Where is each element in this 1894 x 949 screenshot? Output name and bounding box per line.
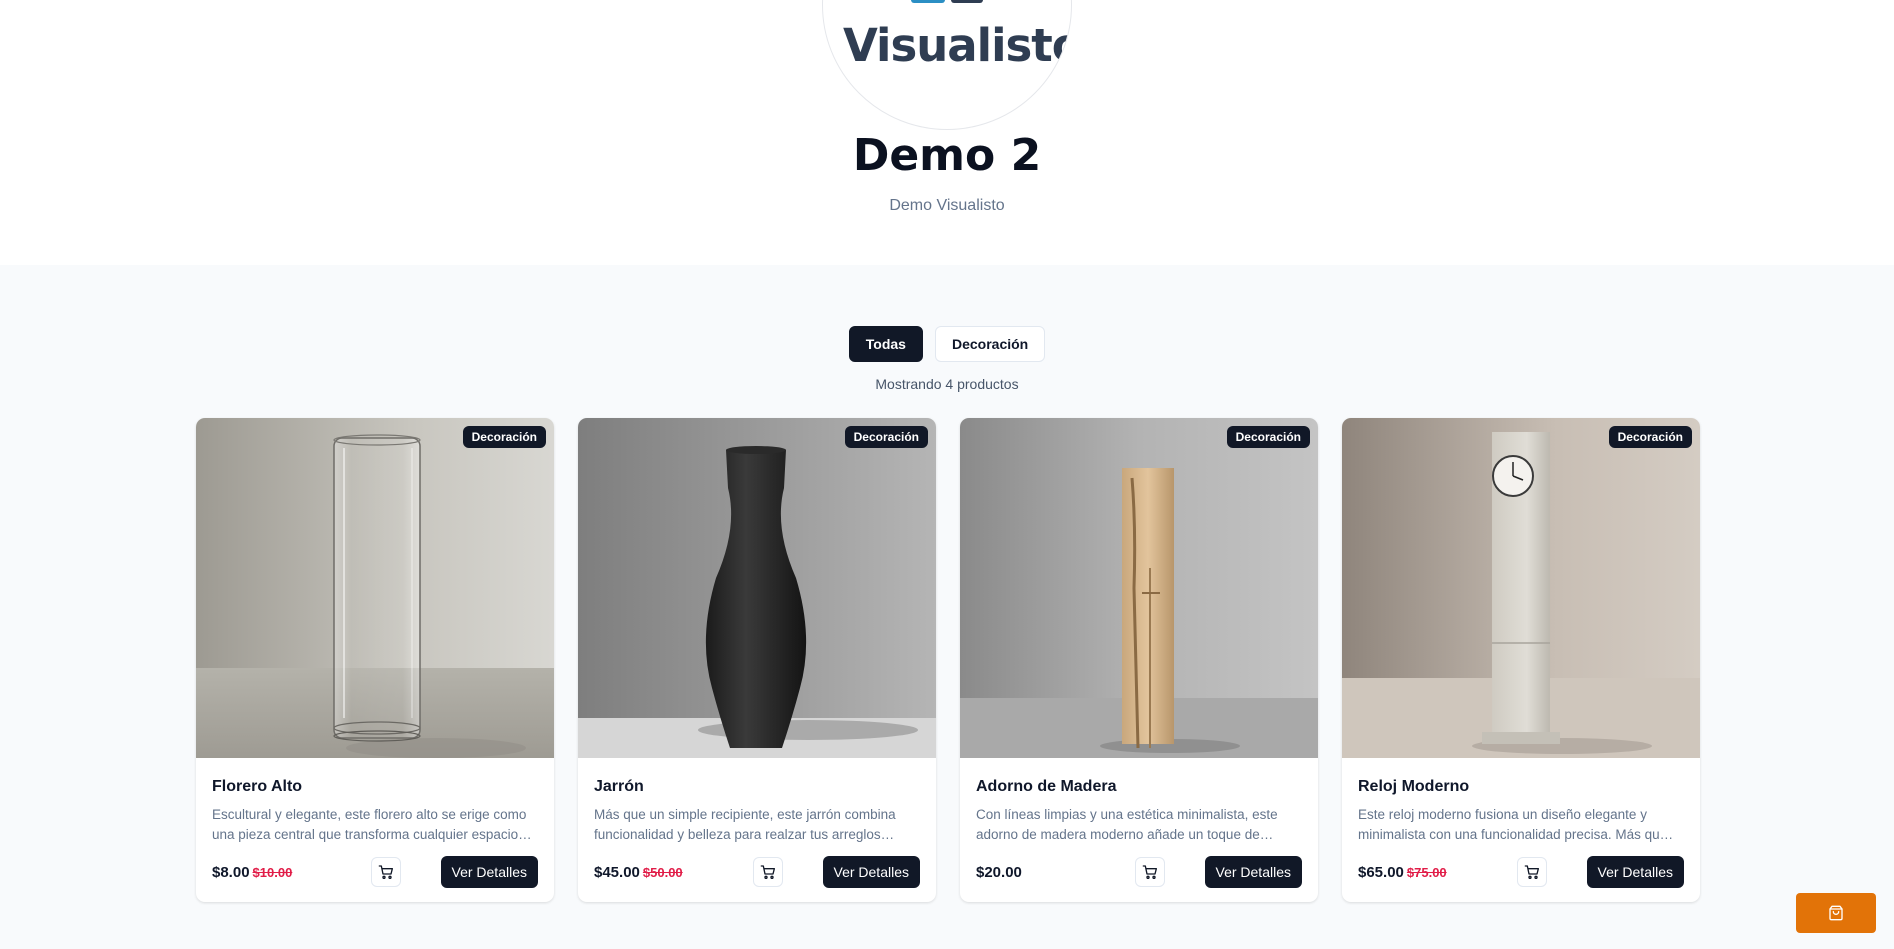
floating-cart-button[interactable] xyxy=(1796,893,1876,933)
logo-text: Visualisto® xyxy=(843,19,1072,72)
product-card[interactable]: Decoración Florero Alto Escultural y ele… xyxy=(196,418,554,902)
product-grid: Decoración Florero Alto Escultural y ele… xyxy=(196,418,1700,902)
cart-icon xyxy=(1524,865,1540,879)
product-title[interactable]: Jarrón xyxy=(594,778,920,798)
old-price: $10.00 xyxy=(252,864,293,880)
product-image-glass-vase[interactable]: Decoración xyxy=(196,418,554,758)
header: Visualisto® Demo 2 Demo Visualisto xyxy=(0,0,1894,265)
product-image-wood-ornament[interactable]: Decoración xyxy=(960,418,1318,758)
brand-logo[interactable]: Visualisto® xyxy=(822,0,1072,130)
product-price: $20.00 xyxy=(976,864,1096,881)
product-title[interactable]: Adorno de Madera xyxy=(976,778,1302,798)
current-price: $8.00 xyxy=(212,863,250,881)
product-description: Este reloj moderno fusiona un diseño ele… xyxy=(1358,807,1674,842)
logo-mark-icon xyxy=(911,0,983,9)
product-description: Escultural y elegante, este florero alto… xyxy=(212,807,532,842)
view-details-button[interactable]: Ver Detalles xyxy=(1586,856,1684,888)
view-details-button[interactable]: Ver Detalles xyxy=(440,856,538,888)
product-price: $65.00 $75.00 xyxy=(1358,864,1478,881)
view-details-button[interactable]: Ver Detalles xyxy=(1204,856,1302,888)
view-details-button[interactable]: Ver Detalles xyxy=(822,856,920,888)
current-price: $20.00 xyxy=(976,863,1022,881)
product-card[interactable]: Decoración Adorno de Madera Con líneas l… xyxy=(960,418,1318,902)
add-to-cart-button[interactable] xyxy=(371,857,402,887)
product-price: $8.00 $10.00 xyxy=(212,864,332,881)
current-price: $65.00 xyxy=(1358,863,1404,881)
product-price: $45.00 $50.00 xyxy=(594,864,714,881)
catalog-section: Todas Decoración Mostrando 4 productos D… xyxy=(0,265,1894,949)
page-subtitle: Demo Visualisto xyxy=(889,197,1005,214)
product-description: Con líneas limpias y una estética minima… xyxy=(976,807,1278,842)
page-title: Demo 2 xyxy=(852,130,1042,181)
add-to-cart-button[interactable] xyxy=(1135,857,1166,887)
shopping-bag-icon xyxy=(1829,905,1843,921)
category-badge: Decoración xyxy=(1608,426,1692,448)
cart-icon xyxy=(378,865,394,879)
add-to-cart-button[interactable] xyxy=(1517,857,1548,887)
results-count: Mostrando 4 productos xyxy=(875,376,1019,392)
filter-decoracion-button[interactable]: Decoración xyxy=(934,326,1046,362)
product-card[interactable]: Decoración Reloj Moderno Este reloj mode… xyxy=(1342,418,1700,902)
cart-icon xyxy=(760,865,776,879)
product-title[interactable]: Reloj Moderno xyxy=(1358,778,1684,798)
product-image-black-vase[interactable]: Decoración xyxy=(578,418,936,758)
category-badge: Decoración xyxy=(1226,426,1310,448)
product-title[interactable]: Florero Alto xyxy=(212,778,538,798)
add-to-cart-button[interactable] xyxy=(753,857,784,887)
old-price: $50.00 xyxy=(642,864,683,880)
filter-todas-button[interactable]: Todas xyxy=(848,326,923,362)
category-badge: Decoración xyxy=(462,426,546,448)
product-description: Más que un simple recipiente, este jarró… xyxy=(594,807,896,842)
product-card[interactable]: Decoración Jarrón Más que un simple reci… xyxy=(578,418,936,902)
old-price: $75.00 xyxy=(1406,864,1447,880)
category-badge: Decoración xyxy=(844,426,928,448)
current-price: $45.00 xyxy=(594,863,640,881)
cart-icon xyxy=(1142,865,1158,879)
product-image-floor-clock[interactable]: Decoración xyxy=(1342,418,1700,758)
category-filters: Todas Decoración xyxy=(0,326,1894,362)
